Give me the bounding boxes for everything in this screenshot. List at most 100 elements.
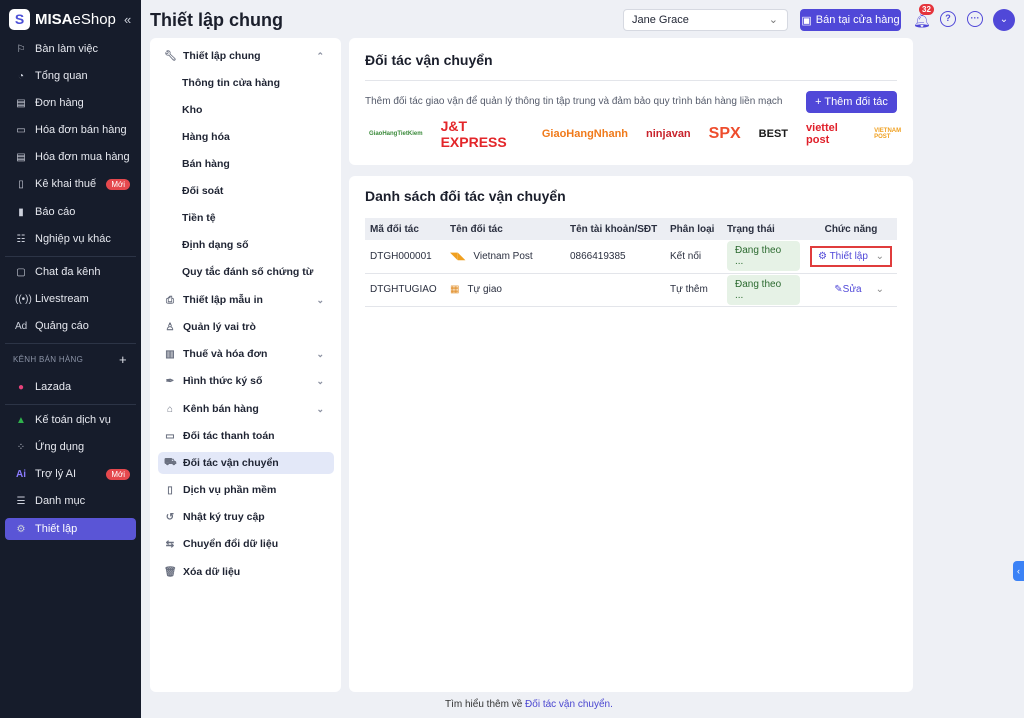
add-partner-button[interactable]: + Thêm đối tác <box>806 91 897 113</box>
setup-action[interactable]: ⚙ Thiết lập ⌄ <box>810 245 892 267</box>
sidebar-item-5[interactable]: ▯ Kê khai thuế Mới <box>5 173 136 195</box>
card-icon: ▭ <box>165 430 175 442</box>
settings-item-7[interactable]: Định dạng số <box>158 234 334 256</box>
sidebar-item-1[interactable]: ◔ Tổng quan <box>5 65 136 87</box>
desk-icon: ⚐ <box>16 43 26 55</box>
settings-item-14[interactable]: ▭ Đối tác thanh toán <box>158 425 334 447</box>
settings-item-3[interactable]: Hàng hóa <box>158 126 334 148</box>
dashboard-icon: ◔ <box>17 70 25 82</box>
sidebar-item-6[interactable]: ▮ Báo cáo <box>5 201 136 223</box>
divider <box>5 256 136 257</box>
chevron-down-icon[interactable]: ⌄ <box>316 376 324 387</box>
sidebar-item-11[interactable]: ● Lazada <box>5 376 136 398</box>
settings-item-0[interactable]: 🔧︎ Thiết lập chung ⌃ <box>158 45 334 67</box>
sidebar-item-10[interactable]: Ad Quảng cáo <box>5 315 136 337</box>
sidebar-item-9[interactable]: ((•)) Livestream <box>5 288 136 310</box>
sidebar-item-2[interactable]: ▤ Đơn hàng <box>5 92 136 114</box>
logo[interactable]: S MISAeShop <box>9 9 116 30</box>
sidebar-item-label: Ứng dụng <box>35 441 85 453</box>
order-icon: ▤ <box>16 97 26 109</box>
history-icon: ↺ <box>165 511 175 523</box>
sidebar-item-16[interactable]: ⚙ Thiết lập <box>5 518 136 540</box>
apps-icon: ⁘ <box>16 441 26 453</box>
carrier-logo: J&T EXPRESS <box>440 118 507 150</box>
table-row[interactable]: DTGHTUGIAO ▦ Tự giao Tự thêm Đang theo ..… <box>365 273 897 307</box>
sidebar-item-3[interactable]: ▭ Hóa đơn bán hàng <box>5 119 136 141</box>
list-icon: ☷ <box>16 233 26 245</box>
partner-type: Kết nối <box>665 240 722 274</box>
settings-item-16[interactable]: ▯ Dịch vụ phần mềm <box>158 479 334 501</box>
sidebar-item-label: Kê khai thuế <box>35 178 97 190</box>
settings-item-17[interactable]: ↺ Nhật ký truy cập <box>158 506 334 528</box>
settings-item-13[interactable]: ⌂ Kênh bán hàng ⌄ <box>158 398 334 420</box>
settings-item-9[interactable]: ⎙ Thiết lập mẫu in ⌄ <box>158 289 334 311</box>
sidebar-item-12[interactable]: ▲ Kế toán dịch vụ <box>5 409 136 431</box>
learn-more-link[interactable]: Đối tác vận chuyển. <box>525 699 613 710</box>
sidebar-item-0[interactable]: ⚐ Bàn làm việc <box>5 38 136 60</box>
new-badge: Mới <box>106 468 130 480</box>
notification-badge: 32 <box>919 4 934 15</box>
settings-item-1[interactable]: Thông tin cửa hàng <box>158 72 334 94</box>
sync-icon: ⇆ <box>165 538 175 550</box>
settings-item-12[interactable]: ✒ Hình thức ký số ⌄ <box>158 370 334 392</box>
table-row[interactable]: DTGH000001 ◥◣ Vietnam Post 0866419385 Kết… <box>365 240 897 274</box>
chevron-down-icon[interactable]: ⌄ <box>316 349 324 360</box>
carrier-logo: GiaoHangTietKiem <box>369 131 423 137</box>
list-title: Danh sách đối tác vận chuyển <box>365 188 566 204</box>
chevron-down-icon[interactable]: ⌄ <box>316 295 324 306</box>
settings-item-10[interactable]: ♙ Quản lý vai trò <box>158 316 334 338</box>
settings-item-4[interactable]: Bán hàng <box>158 153 334 175</box>
sidebar-item-15[interactable]: ☰ Danh mục <box>5 490 136 512</box>
edit-action[interactable]: ✎Sửa ⌄ <box>810 284 892 295</box>
add-channel-button[interactable]: + <box>119 352 127 367</box>
section-label: KÊNH BÁN HÀNG <box>13 355 84 364</box>
sidebar-item-7[interactable]: ☷ Nghiệp vụ khác <box>5 228 136 250</box>
settings-item-11[interactable]: ▥ Thuế và hóa đơn ⌄ <box>158 343 334 365</box>
collapse-sidebar-icon[interactable]: « <box>124 12 131 27</box>
settings-item-19[interactable]: 🗑︎ Xóa dữ liệu <box>158 561 334 583</box>
column-header: Trạng thái <box>722 218 805 240</box>
settings-item-8[interactable]: Quy tắc đánh số chứng từ <box>158 261 334 283</box>
invoice-icon: ▭ <box>16 124 26 136</box>
carrier-logo: viettel post <box>806 122 838 146</box>
sidebar-item-8[interactable]: ▢ Chat đa kênh <box>5 261 136 283</box>
partners-title: Đối tác vận chuyển <box>365 52 493 68</box>
truck-icon: ⛟ <box>164 456 177 468</box>
account-menu-button[interactable]: ⌄ <box>993 9 1015 31</box>
partner-table: Mã đối tác Tên đối tác Tên tài khoản/SĐT… <box>365 218 897 307</box>
chevron-down-icon[interactable]: ⌄ <box>876 284 884 295</box>
store-sale-button[interactable]: ▣ Bán tại cửa hàng <box>800 9 901 31</box>
chevron-up-icon[interactable]: ⌃ <box>316 51 324 62</box>
report-icon: ▮ <box>18 206 24 218</box>
column-header: Tên đối tác <box>445 218 565 240</box>
expand-panel-button[interactable]: ‹ <box>1013 561 1024 581</box>
sidebar-item-4[interactable]: ▤ Hóa đơn mua hàng <box>5 146 136 168</box>
page-title: Thiết lập chung <box>150 10 283 30</box>
user-select[interactable]: Jane Grace ⌄ <box>623 9 788 31</box>
chevron-down-icon[interactable]: ⌄ <box>876 251 884 262</box>
ai-icon: Ai <box>16 468 26 480</box>
sidebar-item-label: Thiết lập <box>35 523 78 535</box>
more-icon[interactable]: ··· <box>967 11 983 27</box>
catalog-icon: ☰ <box>16 495 26 507</box>
new-badge: Mới <box>106 178 130 190</box>
settings-item-18[interactable]: ⇆ Chuyển đổi dữ liệu <box>158 533 334 555</box>
wrench-icon: 🔧︎ <box>164 50 177 62</box>
accounting-icon: ▲ <box>16 414 26 426</box>
chevron-down-icon[interactable]: ⌄ <box>316 404 324 415</box>
settings-item-2[interactable]: Kho <box>158 99 334 121</box>
divider <box>5 404 136 405</box>
settings-item-5[interactable]: Đối soát <box>158 180 334 202</box>
store-icon: ▣ <box>801 14 812 27</box>
settings-item-6[interactable]: Tiền tệ <box>158 207 334 229</box>
sidebar-item-14[interactable]: Ai Trợ lý AI Mới <box>5 463 136 485</box>
partner-code: DTGH000001 <box>365 240 445 274</box>
settings-item-15[interactable]: ⛟ Đối tác vận chuyển <box>158 452 334 474</box>
user-role-icon: ♙ <box>165 321 175 333</box>
partner-list-card: Danh sách đối tác vận chuyển Mã đối tác … <box>349 176 913 692</box>
sidebar-item-13[interactable]: ⁘ Ứng dụng <box>5 436 136 458</box>
lazada-icon: ● <box>17 381 25 393</box>
partner-account: 0866419385 <box>565 240 665 274</box>
chat-icon: ▢ <box>16 266 26 278</box>
help-icon[interactable]: ? <box>940 11 956 27</box>
